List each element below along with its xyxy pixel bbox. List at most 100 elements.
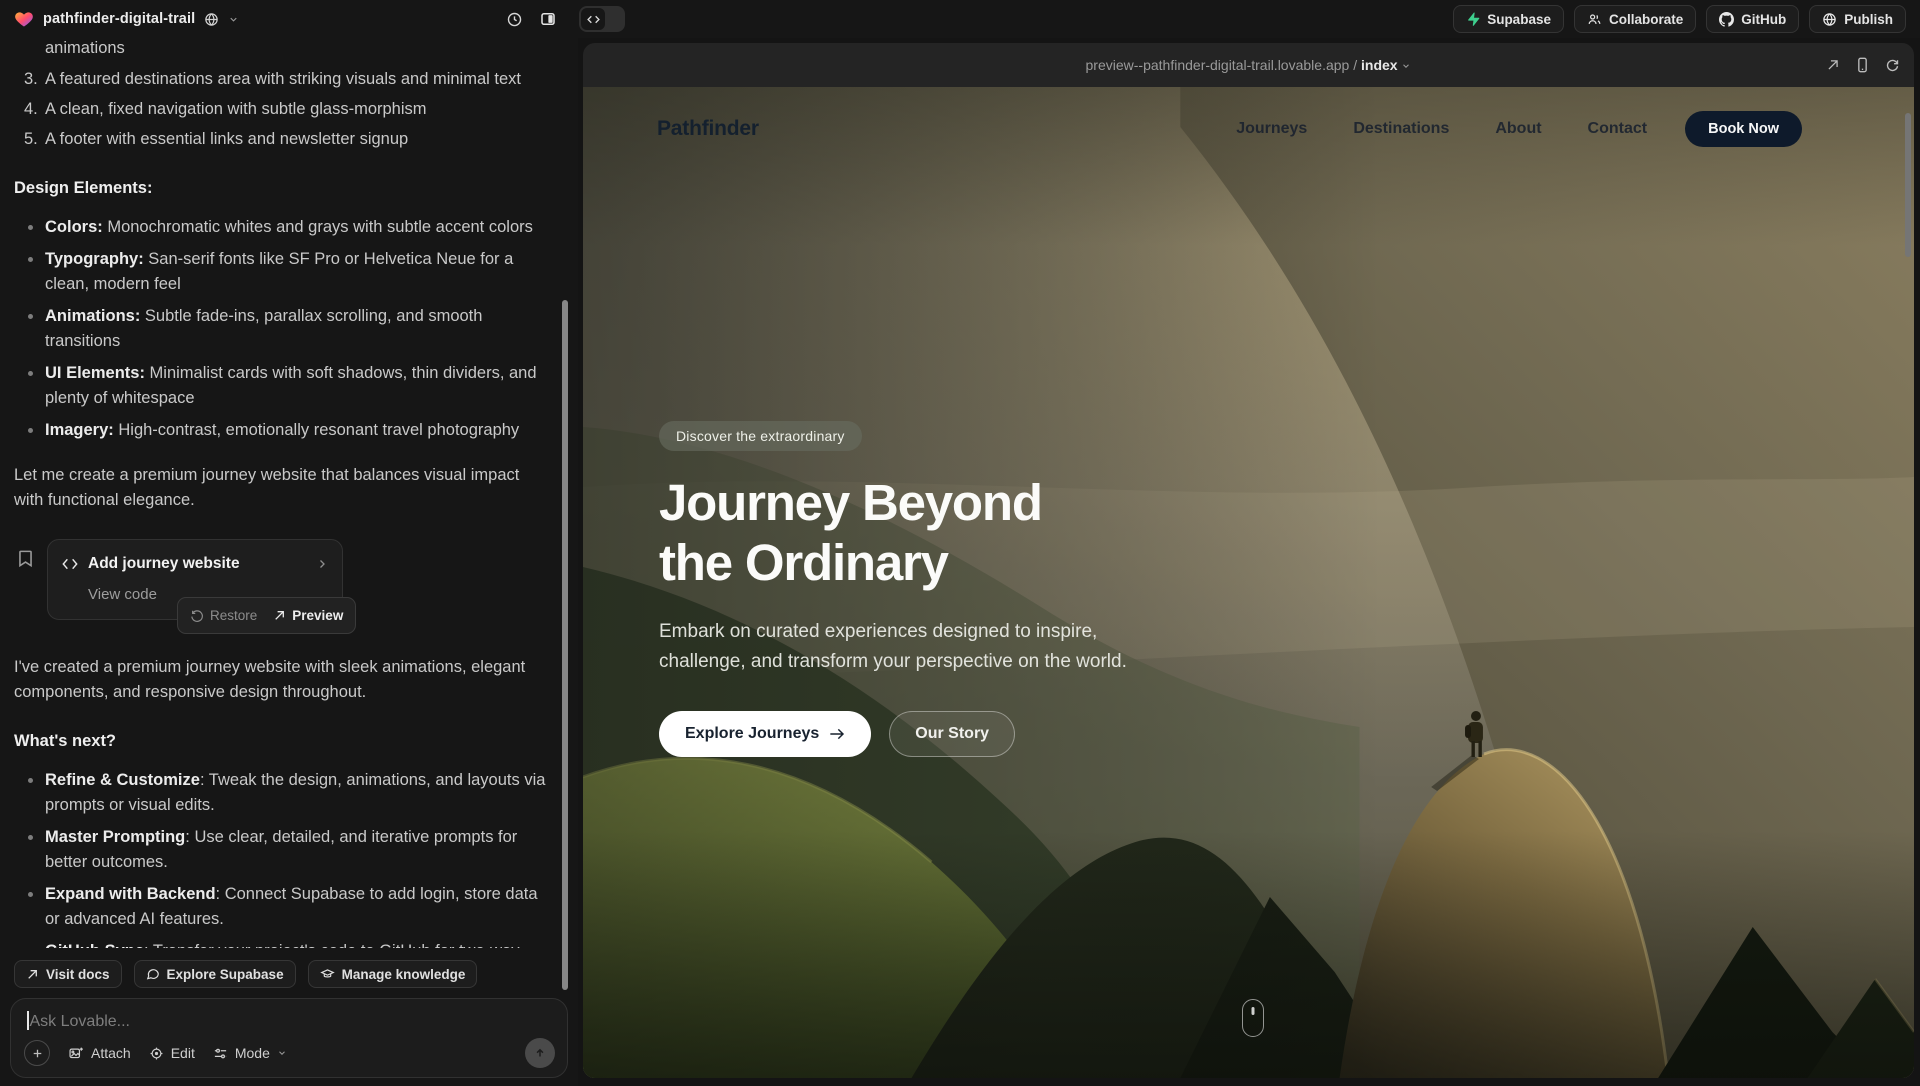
bullet-label: Refine & Customize [45, 771, 200, 789]
design-bullet-list: Colors: Monochromatic whites and grays w… [14, 215, 546, 443]
history-button[interactable] [506, 11, 523, 28]
bullet-dot [28, 371, 33, 376]
list-item: 4.A clean, fixed navigation with subtle … [14, 97, 546, 122]
site-logo[interactable]: Pathfinder [657, 117, 759, 141]
list-item: Animations: Subtle fade-ins, parallax sc… [14, 304, 546, 354]
site-viewport: Pathfinder Journeys Destinations About C… [583, 87, 1914, 1078]
bullet-label: UI Elements: [45, 364, 145, 382]
cta-primary-label: Explore Journeys [685, 725, 819, 743]
list-item: Expand with Backend: Connect Supabase to… [14, 882, 546, 932]
publish-globe-icon [1822, 12, 1837, 27]
list-item: 5.A footer with essential links and news… [14, 127, 546, 152]
preview-url[interactable]: preview--pathfinder-digital-trail.lovabl… [583, 57, 1914, 73]
supabase-label: Supabase [1487, 12, 1551, 27]
chevron-right-icon [316, 558, 328, 570]
text-caret [27, 1011, 29, 1030]
list-item: 3.A featured destinations area with stri… [14, 67, 546, 92]
edit-button[interactable]: Edit [149, 1045, 195, 1061]
bullet-dot [28, 835, 33, 840]
explore-supabase-chip[interactable]: Explore Supabase [134, 960, 296, 988]
url-separator: / [1349, 57, 1361, 73]
bookmark-icon[interactable] [17, 549, 34, 568]
refresh-icon[interactable] [1885, 58, 1900, 73]
hero-content: Discover the extraordinary Journey Beyon… [659, 421, 1239, 757]
bullet-label: Imagery: [45, 421, 114, 439]
attach-button[interactable]: Attach [68, 1045, 131, 1061]
supabase-button[interactable]: Supabase [1453, 5, 1564, 33]
publish-button[interactable]: Publish [1809, 5, 1906, 33]
site-navbar: Pathfinder Journeys Destinations About C… [583, 101, 1914, 157]
arrow-right-icon [829, 727, 845, 741]
hero-subtitle: Embark on curated experiences designed t… [659, 617, 1139, 677]
open-external-icon[interactable] [1826, 58, 1840, 72]
chat-scrollbar[interactable] [562, 300, 568, 990]
chevron-down-icon [1401, 61, 1411, 71]
panel-layout-button[interactable] [539, 10, 557, 28]
bullet-dot [28, 314, 33, 319]
mode-selector[interactable]: Mode [213, 1045, 287, 1061]
globe-status-icon [204, 12, 219, 27]
chat-input[interactable]: Ask Lovable... [27, 1011, 553, 1031]
chip-label: Visit docs [46, 967, 110, 982]
supabase-bolt-icon [1466, 12, 1480, 26]
bullet-dot [28, 428, 33, 433]
list-item: GitHub Sync: Transfer your project's cod… [14, 939, 546, 948]
input-placeholder: Ask Lovable... [30, 1013, 131, 1030]
list-item: Typography: San-serif fonts like SF Pro … [14, 247, 546, 297]
send-button[interactable] [525, 1038, 555, 1068]
mode-label: Mode [235, 1045, 270, 1061]
composer: Ask Lovable... Attach Edit [10, 998, 568, 1078]
scroll-wheel-dot [1252, 1007, 1255, 1015]
design-elements-heading: Design Elements: [14, 176, 546, 201]
manage-knowledge-chip[interactable]: Manage knowledge [308, 960, 478, 988]
chat-message-area[interactable]: animations 3.A featured destinations are… [0, 38, 564, 948]
list-item: Colors: Monochromatic whites and grays w… [14, 215, 546, 240]
our-story-button[interactable]: Our Story [889, 711, 1015, 757]
list-item: Master Prompting: Use clear, detailed, a… [14, 825, 546, 875]
publish-label: Publish [1844, 12, 1893, 27]
add-button[interactable] [24, 1040, 50, 1066]
hero-heading-line2: the Ordinary [659, 534, 948, 591]
bullet-text: High-contrast, emotionally resonant trav… [114, 421, 519, 439]
visit-docs-chip[interactable]: Visit docs [14, 960, 122, 988]
nav-link-destinations[interactable]: Destinations [1353, 120, 1449, 138]
edit-label: Edit [171, 1045, 195, 1061]
site-scrollbar[interactable] [1905, 113, 1911, 257]
bullet-label: Typography: [45, 250, 144, 268]
list-item: Imagery: High-contrast, emotionally reso… [14, 418, 546, 443]
preview-toolbar: preview--pathfinder-digital-trail.lovabl… [583, 43, 1914, 87]
next-steps-list: Refine & Customize: Tweak the design, an… [14, 768, 546, 948]
book-now-button[interactable]: Book Now [1685, 111, 1802, 147]
bullet-label: Colors: [45, 218, 103, 236]
github-button[interactable]: GitHub [1706, 5, 1799, 33]
app-header: pathfinder-digital-trail [0, 0, 1920, 38]
version-action-bar: Restore Preview [177, 597, 356, 634]
chat-panel: animations 3.A featured destinations are… [0, 38, 578, 1086]
bullet-dot [28, 892, 33, 897]
mobile-view-icon[interactable] [1856, 57, 1869, 73]
chip-label: Explore Supabase [167, 967, 284, 982]
preview-label: Preview [292, 603, 343, 628]
code-preview-toggle[interactable] [579, 6, 625, 32]
code-view-segment[interactable] [581, 8, 605, 30]
collaborate-button[interactable]: Collaborate [1574, 5, 1696, 33]
scroll-indicator [1242, 999, 1264, 1037]
people-icon [1587, 12, 1602, 27]
numbered-list: 3.A featured destinations area with stri… [14, 67, 546, 152]
preview-button[interactable]: Preview [273, 603, 343, 628]
github-label: GitHub [1741, 12, 1786, 27]
bullet-dot [28, 257, 33, 262]
hero-badge: Discover the extraordinary [659, 421, 862, 451]
github-icon [1719, 12, 1734, 27]
explore-journeys-button[interactable]: Explore Journeys [659, 711, 871, 757]
project-menu[interactable]: pathfinder-digital-trail [0, 9, 239, 29]
nav-link-journeys[interactable]: Journeys [1236, 120, 1307, 138]
assistant-paragraph: I've created a premium journey website w… [14, 655, 546, 705]
bullet-label: Master Prompting [45, 828, 185, 846]
preview-domain: preview--pathfinder-digital-trail.lovabl… [1086, 57, 1350, 73]
partial-list-line: animations [45, 38, 546, 61]
restore-button[interactable]: Restore [190, 603, 257, 628]
nav-link-about[interactable]: About [1495, 120, 1541, 138]
nav-link-contact[interactable]: Contact [1588, 120, 1648, 138]
preview-page[interactable]: index [1361, 57, 1398, 73]
